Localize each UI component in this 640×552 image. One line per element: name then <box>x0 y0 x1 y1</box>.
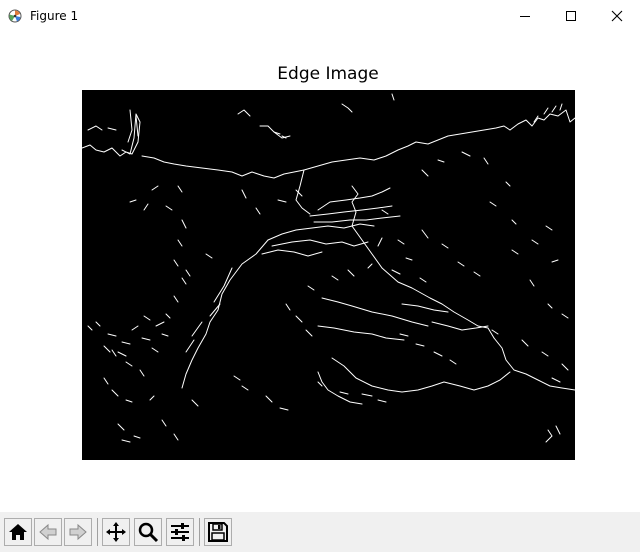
back-arrow-icon <box>39 523 57 541</box>
edge-image <box>82 93 575 443</box>
matplotlib-logo-icon <box>8 9 22 23</box>
window-title: Figure 1 <box>30 9 79 23</box>
forward-button[interactable] <box>64 518 92 546</box>
maximize-icon <box>566 11 576 21</box>
toolbar-separator <box>97 518 98 546</box>
close-icon <box>611 10 623 22</box>
window-titlebar: Figure 1 <box>0 0 640 32</box>
zoom-button[interactable] <box>134 518 162 546</box>
sliders-icon <box>171 523 189 541</box>
edge-image-canvas[interactable] <box>82 90 575 460</box>
plot-title: Edge Image <box>277 64 379 84</box>
close-button[interactable] <box>594 0 640 32</box>
move-icon <box>106 522 126 542</box>
home-icon <box>9 524 27 540</box>
magnifier-icon <box>138 522 159 543</box>
forward-arrow-icon <box>69 523 87 541</box>
configure-subplots-button[interactable] <box>166 518 194 546</box>
home-button[interactable] <box>4 518 32 546</box>
navigation-toolbar <box>0 512 640 552</box>
toolbar-separator <box>199 518 200 546</box>
minimize-button[interactable] <box>502 0 548 32</box>
floppy-disk-icon <box>208 522 228 542</box>
back-button[interactable] <box>34 518 62 546</box>
minimize-icon <box>520 16 530 17</box>
pan-button[interactable] <box>102 518 130 546</box>
save-button[interactable] <box>204 518 232 546</box>
maximize-button[interactable] <box>548 0 594 32</box>
